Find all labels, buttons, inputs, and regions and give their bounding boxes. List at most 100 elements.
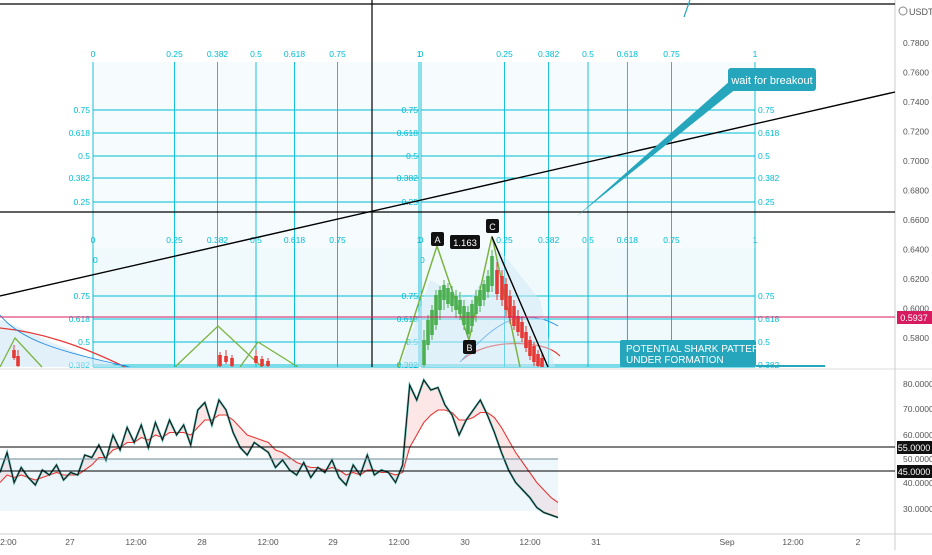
fib-side-label: 0.75 (73, 291, 90, 301)
candle-body (260, 359, 264, 366)
ratio-marker[interactable]: 1.163 (450, 235, 480, 249)
candle-body (230, 358, 234, 366)
candle-body (482, 284, 486, 300)
fib-level-label: 0.75 (329, 235, 346, 245)
fib-side-label: 0.5 (758, 151, 770, 161)
fib-level-label: 1 (753, 235, 758, 245)
candle-body (540, 358, 544, 367)
candle-body (495, 270, 499, 294)
time-axis[interactable]: 12:00 27 12:00 28 12:00 29 12:00 30 12:00 31 Sep 12… (0, 537, 861, 547)
fib-level-label: 0.75 (663, 235, 680, 245)
currency-selector[interactable]: USDT (898, 6, 932, 17)
rsi-lower-zone (0, 459, 558, 511)
fib-side-label: 0.75 (401, 105, 418, 115)
fib-side-label: 0.75 (73, 105, 90, 115)
chart-stage[interactable]: 0 0.25 0.382 0.5 0.618 0.75 1 0.75 0.618 0.5 0.382… (0, 0, 932, 550)
fib-level-label: 0.5 (250, 49, 262, 59)
candle-body (438, 290, 442, 310)
fib-side-label: 0.618 (69, 314, 91, 324)
fib-side-label: 0.75 (758, 291, 775, 301)
candle-body (536, 354, 540, 366)
candle-body (446, 288, 450, 304)
fib-level-label: 0 (419, 235, 424, 245)
price-tick-label: 0.7200 (903, 127, 929, 137)
fib-level-label: 0.382 (207, 235, 229, 245)
point-a-label: A (434, 235, 440, 245)
candle-body (454, 296, 458, 310)
time-tick-label: 2 (856, 537, 861, 547)
price-tick-label: 0.5800 (903, 333, 929, 343)
candle-body (430, 310, 434, 335)
candle-body (16, 356, 20, 366)
candle-body (450, 292, 454, 306)
candle-body (490, 256, 494, 286)
trading-chart[interactable]: 0 0.25 0.382 0.5 0.618 0.75 1 0.75 0.618 0.5 0.382… (0, 0, 932, 550)
price-axis[interactable]: 0.7800 0.7600 0.7400 0.7200 0.7000 0.6800 0.66… (903, 38, 929, 343)
candle-body (434, 295, 438, 325)
fib-level-label: 0.618 (284, 235, 306, 245)
rsi-upper-value: 55.0000 (898, 443, 931, 453)
fib-side-label: 0.618 (758, 314, 780, 324)
point-c-label: C (489, 222, 496, 232)
point-c-marker[interactable]: C (486, 219, 499, 233)
fib-level-label: 0.618 (617, 235, 639, 245)
fib-side-label: 0.5 (78, 337, 90, 347)
candle-body (466, 312, 470, 334)
currency-label: USDT (909, 7, 932, 17)
fib-level-label: 0.75 (663, 49, 680, 59)
time-tick-label: 27 (65, 537, 75, 547)
fib-level-label: 0.25 (496, 235, 513, 245)
price-tick-label: 0.7800 (903, 38, 929, 48)
fib-grid-left-bottom: 00.250.3820.50.6180.7510.750.6180.50.382 (69, 235, 422, 370)
price-tick-label: 0.7400 (903, 97, 929, 107)
fib-level-label: 0 (420, 255, 425, 265)
time-tick-label: 12:00 (257, 537, 279, 547)
candle-body (266, 361, 270, 366)
fib-side-label: 0.75 (758, 105, 775, 115)
time-tick-label: 12:00 (388, 537, 410, 547)
fib-level-label: 0 (91, 49, 96, 59)
candle-body (478, 290, 482, 306)
candle-body (524, 332, 528, 348)
fib-level-label: 0.25 (496, 49, 513, 59)
price-tick-label: 0.6200 (903, 274, 929, 284)
fib-side-label: 0.25 (73, 197, 90, 207)
fib-level-label: 0.25 (166, 49, 183, 59)
time-tick-label: 29 (328, 537, 338, 547)
current-price-value: 0.5937 (900, 313, 928, 323)
candle-body (442, 285, 446, 300)
time-tick-label: 12:00 (782, 537, 804, 547)
candle-body (508, 296, 512, 318)
time-tick-label: 30 (460, 537, 470, 547)
point-b-marker[interactable]: B (463, 340, 476, 354)
lock-icon (898, 6, 908, 16)
candle-body (516, 316, 520, 332)
price-tick-label: 0.7600 (903, 68, 929, 78)
candle-body (500, 276, 504, 300)
candle-body (528, 340, 532, 356)
rsi-tick-label: 70.0000 (903, 404, 932, 414)
time-tick-label: 28 (197, 537, 207, 547)
candle-body (458, 300, 462, 314)
rsi-lower-tag: 45.0000 (897, 465, 932, 478)
rsi-tick-label: 80.0000 (903, 379, 932, 389)
rsi-tick-label: 60.0000 (903, 430, 932, 440)
time-tick-label: Sep (719, 537, 734, 547)
fib-level-label: 0.382 (538, 235, 560, 245)
candle-body (512, 306, 516, 326)
breakout-label: wait for breakout (730, 75, 812, 87)
fib-level-label: 0.5 (582, 235, 594, 245)
point-b-label: B (466, 343, 472, 353)
candle-body (532, 346, 536, 362)
candle-body (486, 276, 490, 292)
point-a-marker[interactable]: A (431, 232, 444, 246)
candle-body (422, 340, 426, 365)
price-tick-label: 0.6600 (903, 215, 929, 225)
time-tick-label: 12:00 (0, 537, 17, 547)
price-tick-label: 0.6400 (903, 245, 929, 255)
rsi-upper-tag: 55.0000 (897, 441, 932, 454)
fib-side-label: 0.25 (758, 197, 775, 207)
candle-body (474, 296, 478, 314)
candle-body (470, 304, 474, 326)
fib-level-label: 0.25 (166, 235, 183, 245)
